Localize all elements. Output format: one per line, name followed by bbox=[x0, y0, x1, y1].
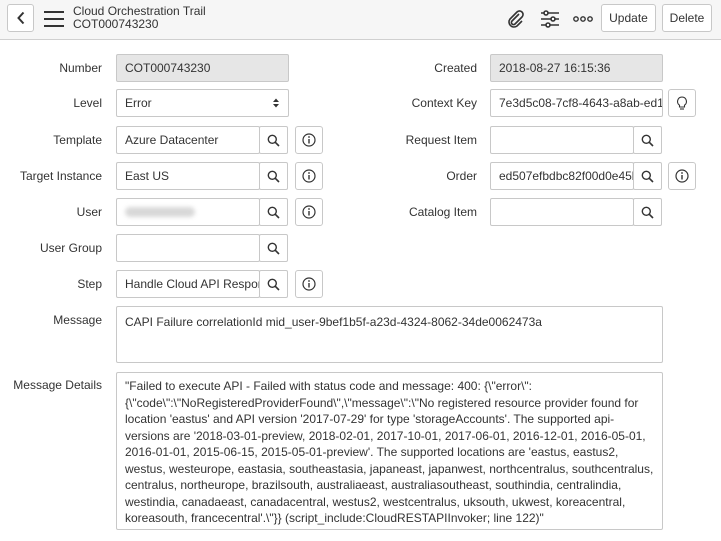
template-field[interactable]: Azure Datacenter bbox=[116, 126, 260, 154]
search-icon bbox=[641, 170, 654, 183]
target-instance-field[interactable]: East US bbox=[116, 162, 260, 190]
number-field: COT000743230 bbox=[116, 54, 289, 82]
target-instance-info-button[interactable] bbox=[295, 162, 323, 190]
level-value: Error bbox=[125, 96, 152, 110]
user-group-search-button[interactable] bbox=[259, 234, 288, 262]
more-icon[interactable] bbox=[570, 6, 596, 32]
step-info-button[interactable] bbox=[295, 270, 323, 298]
search-icon bbox=[267, 206, 280, 219]
level-select[interactable]: Error bbox=[116, 89, 289, 117]
context-key-suggest-button[interactable] bbox=[668, 89, 696, 117]
user-field[interactable] bbox=[116, 198, 260, 226]
user-info-button[interactable] bbox=[295, 198, 323, 226]
request-item-label: Request Item bbox=[405, 133, 477, 147]
search-icon bbox=[641, 206, 654, 219]
search-icon bbox=[267, 134, 280, 147]
template-info-button[interactable] bbox=[295, 126, 323, 154]
search-icon bbox=[267, 278, 280, 291]
number-label: Number bbox=[59, 61, 102, 75]
step-field[interactable]: Handle Cloud API Respons bbox=[116, 270, 260, 298]
catalog-item-label: Catalog Item bbox=[408, 205, 477, 219]
info-icon bbox=[302, 205, 316, 219]
back-button[interactable] bbox=[7, 4, 34, 32]
lightbulb-icon bbox=[677, 95, 687, 110]
user-group-field[interactable] bbox=[116, 234, 260, 262]
created-label: Created bbox=[434, 61, 477, 75]
select-arrows-icon bbox=[273, 98, 279, 108]
delete-button[interactable]: Delete bbox=[662, 4, 712, 32]
step-search-button[interactable] bbox=[259, 270, 288, 298]
context-key-field[interactable]: 7e3d5c08-7cf8-4643-a8ab-ed1d6 bbox=[490, 89, 663, 117]
info-icon bbox=[302, 169, 316, 183]
settings-sliders-icon[interactable] bbox=[537, 6, 563, 32]
catalog-item-field[interactable] bbox=[490, 198, 634, 226]
form-header: Cloud Orchestration Trail COT000743230 U… bbox=[0, 0, 721, 40]
menu-icon[interactable] bbox=[44, 11, 64, 27]
redacted-user-name bbox=[125, 207, 195, 217]
catalog-item-search-button[interactable] bbox=[633, 198, 662, 226]
back-icon bbox=[16, 11, 24, 25]
template-search-button[interactable] bbox=[259, 126, 288, 154]
order-info-button[interactable] bbox=[668, 162, 696, 190]
search-icon bbox=[641, 134, 654, 147]
request-item-search-button[interactable] bbox=[633, 126, 662, 154]
user-label: User bbox=[76, 205, 102, 219]
info-icon bbox=[675, 169, 689, 183]
created-field: 2018-08-27 16:15:36 bbox=[490, 54, 663, 82]
search-icon bbox=[267, 242, 280, 255]
request-item-field[interactable] bbox=[490, 126, 634, 154]
form-title: Cloud Orchestration Trail bbox=[73, 4, 206, 18]
target-instance-label: Target Instance bbox=[19, 169, 102, 183]
search-icon bbox=[267, 170, 280, 183]
update-button[interactable]: Update bbox=[601, 4, 656, 32]
context-key-label: Context Key bbox=[411, 96, 477, 110]
message-details-textarea[interactable]: "Failed to execute API - Failed with sta… bbox=[116, 372, 663, 530]
record-number: COT000743230 bbox=[73, 17, 159, 31]
target-instance-search-button[interactable] bbox=[259, 162, 288, 190]
info-icon bbox=[302, 133, 316, 147]
info-icon bbox=[302, 277, 316, 291]
template-label: Template bbox=[53, 133, 102, 147]
message-label: Message bbox=[53, 313, 102, 327]
order-search-button[interactable] bbox=[633, 162, 662, 190]
user-group-label: User Group bbox=[39, 241, 102, 255]
message-details-text: "Failed to execute API - Failed with sta… bbox=[125, 379, 654, 525]
message-textarea[interactable]: CAPI Failure correlationId mid_user-9bef… bbox=[116, 306, 663, 363]
order-field[interactable]: ed507efbdbc82f00d0e45b bbox=[490, 162, 634, 190]
order-label: Order bbox=[446, 169, 477, 183]
message-details-label: Message Details bbox=[13, 378, 102, 392]
step-label: Step bbox=[77, 277, 102, 291]
user-search-button[interactable] bbox=[259, 198, 288, 226]
paperclip-icon[interactable] bbox=[503, 6, 529, 32]
level-label: Level bbox=[73, 96, 102, 110]
